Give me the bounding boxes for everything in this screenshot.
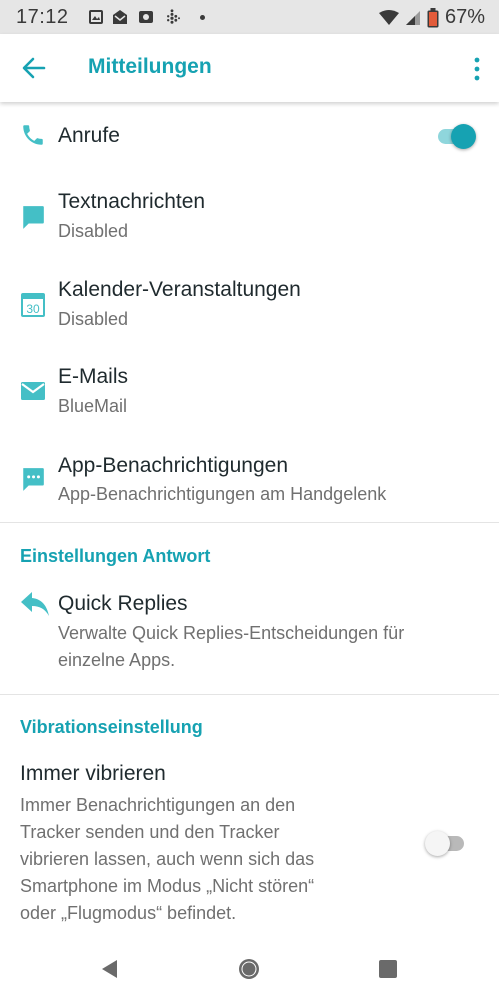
text-messages-row[interactable]: Textnachrichten Disabled <box>0 184 499 252</box>
calendar-icon-day: 30 <box>26 302 40 316</box>
text-messages-label: Textnachrichten <box>58 190 206 213</box>
page-title: Mitteilungen <box>88 55 212 78</box>
battery-percent: 67% <box>444 6 485 28</box>
quick-replies-description-line2: einzelne Apps. <box>58 650 176 670</box>
always-vibrate-toggle[interactable] <box>424 830 468 858</box>
app-notifications-label: App-Benachrichtigungen <box>58 454 288 477</box>
status-bar: 17:12 67% <box>0 0 499 34</box>
photo-notification-icon <box>89 10 103 24</box>
wifi-icon <box>378 9 399 25</box>
calendar-icon: 30 <box>21 293 45 317</box>
always-vibrate-description-line: Smartphone im Modus „Nicht stören“ <box>20 876 315 896</box>
vibration-section-header: Vibrationseinstellung <box>20 717 203 737</box>
calendar-row[interactable]: 30 Kalender-Veranstaltungen Disabled <box>0 272 499 340</box>
calls-label: Anrufe <box>58 124 120 147</box>
image-notification-icon <box>139 11 153 23</box>
calls-toggle[interactable] <box>434 123 478 151</box>
recents-square-icon[interactable] <box>377 958 399 980</box>
quick-replies-description-line1: Verwalte Quick Replies-Entscheidungen fü… <box>58 623 405 643</box>
email-label: E-Mails <box>58 365 129 388</box>
calendar-label: Kalender-Veranstaltungen <box>58 278 301 301</box>
message-icon <box>23 206 44 229</box>
reply-icon <box>21 592 49 616</box>
app-notifications-status: App-Benachrichtigungen am Handgelenk <box>58 484 387 504</box>
calendar-status: Disabled <box>58 309 129 329</box>
status-right: 67% <box>378 6 485 29</box>
always-vibrate-description-line: Tracker senden und den Tracker <box>20 822 280 842</box>
always-vibrate-label[interactable]: Immer vibrieren <box>20 762 166 786</box>
home-circle-icon[interactable] <box>238 958 260 980</box>
quick-replies-row[interactable]: Quick Replies Verwalte Quick Replies-Ent… <box>0 588 499 678</box>
always-vibrate-description: Immer Benachrichtigungen an den Tracker … <box>20 792 400 927</box>
phone-icon <box>23 125 43 145</box>
back-triangle-icon[interactable] <box>99 958 121 980</box>
always-vibrate-description-line: oder „Flugmodus“ befindet. <box>20 903 237 923</box>
divider <box>0 522 499 523</box>
email-status: BlueMail <box>58 396 128 416</box>
always-vibrate-description-line: Immer Benachrichtigungen an den <box>20 795 296 815</box>
more-options-icon[interactable] <box>471 56 483 82</box>
email-row[interactable]: E-Mails BlueMail <box>0 360 499 428</box>
text-messages-status: Disabled <box>58 221 129 241</box>
status-time: 17:12 <box>16 6 69 28</box>
battery-icon <box>427 7 439 27</box>
quick-replies-label: Quick Replies <box>58 592 188 615</box>
mail-notification-icon <box>113 10 127 24</box>
reply-section-header: Einstellungen Antwort <box>20 546 211 566</box>
always-vibrate-description-line: vibrieren lassen, auch wenn sich das <box>20 849 315 869</box>
divider <box>0 694 499 695</box>
calls-row[interactable]: Anrufe <box>0 110 499 166</box>
app-notifications-row[interactable]: App-Benachrichtigungen App-Benachrichtig… <box>0 448 499 516</box>
app-message-icon <box>23 468 44 491</box>
system-nav-bar <box>0 940 499 999</box>
app-bar: Mitteilungen <box>0 34 499 102</box>
back-arrow-icon[interactable] <box>20 54 48 82</box>
fitbit-icon <box>167 9 180 24</box>
more-notifications-dot <box>200 15 205 20</box>
signal-icon <box>405 10 420 25</box>
mail-icon <box>21 382 45 400</box>
